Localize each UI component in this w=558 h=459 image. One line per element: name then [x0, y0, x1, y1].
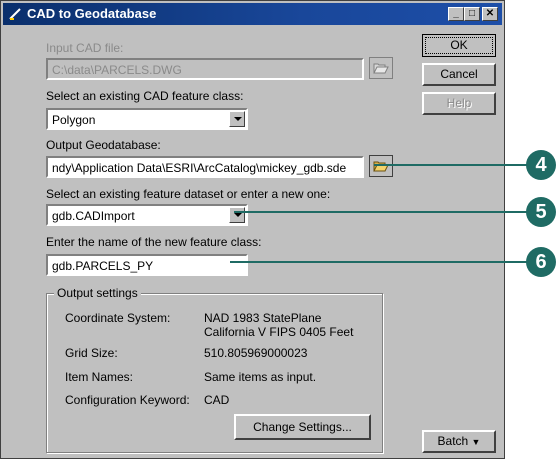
- new-class-label: Enter the name of the new feature class:: [46, 235, 262, 249]
- feature-class-value: Polygon: [52, 113, 96, 127]
- new-class-input[interactable]: gdb.PARCELS_PY: [46, 254, 248, 276]
- close-button[interactable]: ✕: [482, 7, 498, 21]
- help-button: Help: [422, 92, 496, 115]
- coord-system-value-2: California V FIPS 0405 Feet: [204, 325, 354, 339]
- ok-button[interactable]: OK: [422, 34, 496, 57]
- browse-gdb-button[interactable]: [369, 155, 393, 177]
- callout-line-4: [374, 164, 544, 166]
- dataset-value: gdb.CADImport: [52, 209, 135, 223]
- item-names-value: Same items as input.: [204, 370, 317, 384]
- batch-button[interactable]: Batch ▼: [422, 430, 496, 453]
- input-cad-field: C:\data\PARCELS.DWG: [46, 58, 364, 80]
- callout-line-6: [230, 261, 535, 263]
- dataset-label: Select an existing feature dataset or en…: [46, 187, 331, 201]
- dialog-window: CAD to Geodatabase _ □ ✕ Input CAD file:…: [0, 0, 505, 459]
- item-names-label: Item Names:: [65, 370, 134, 384]
- input-cad-label: Input CAD file:: [46, 41, 124, 55]
- callout-line-5: [234, 211, 534, 213]
- ok-button-label: OK: [425, 37, 493, 54]
- callout-badge-6: 6: [526, 247, 556, 277]
- config-keyword-value: CAD: [204, 393, 230, 407]
- grid-size-value: 510.805969000023: [204, 346, 308, 360]
- output-settings-title: Output settings: [54, 286, 141, 300]
- feature-class-dropdown[interactable]: Polygon: [46, 108, 248, 130]
- folder-open-icon: [369, 57, 393, 79]
- grid-size-label: Grid Size:: [65, 346, 118, 360]
- window-title: CAD to Geodatabase: [27, 6, 157, 21]
- dataset-combobox[interactable]: gdb.CADImport: [46, 204, 248, 226]
- batch-label: Batch: [437, 434, 469, 448]
- cancel-button[interactable]: Cancel: [422, 63, 496, 86]
- callout-badge-5: 5: [526, 197, 556, 227]
- folder-open-icon: [369, 155, 393, 177]
- output-gdb-field[interactable]: ndy\Application Data\ESRI\ArcCatalog\mic…: [46, 156, 364, 178]
- feature-class-label: Select an existing CAD feature class:: [46, 89, 244, 103]
- chevron-down-icon[interactable]: [229, 111, 245, 127]
- maximize-button[interactable]: □: [464, 7, 480, 21]
- callout-badge-4: 4: [526, 150, 556, 180]
- change-settings-button[interactable]: Change Settings...: [234, 414, 371, 440]
- coord-system-label: Coordinate System:: [65, 311, 171, 325]
- chevron-down-icon[interactable]: [229, 207, 245, 223]
- title-bar[interactable]: CAD to Geodatabase _ □ ✕: [3, 3, 502, 25]
- coord-system-value: NAD 1983 StatePlane: [204, 311, 322, 325]
- config-keyword-label: Configuration Keyword:: [65, 393, 190, 407]
- cad-tool-icon: [9, 8, 21, 20]
- browse-cad-button: [369, 57, 393, 79]
- minimize-button[interactable]: _: [448, 7, 464, 21]
- output-gdb-label: Output Geodatabase:: [46, 138, 161, 152]
- caret-down-icon: ▼: [471, 437, 481, 447]
